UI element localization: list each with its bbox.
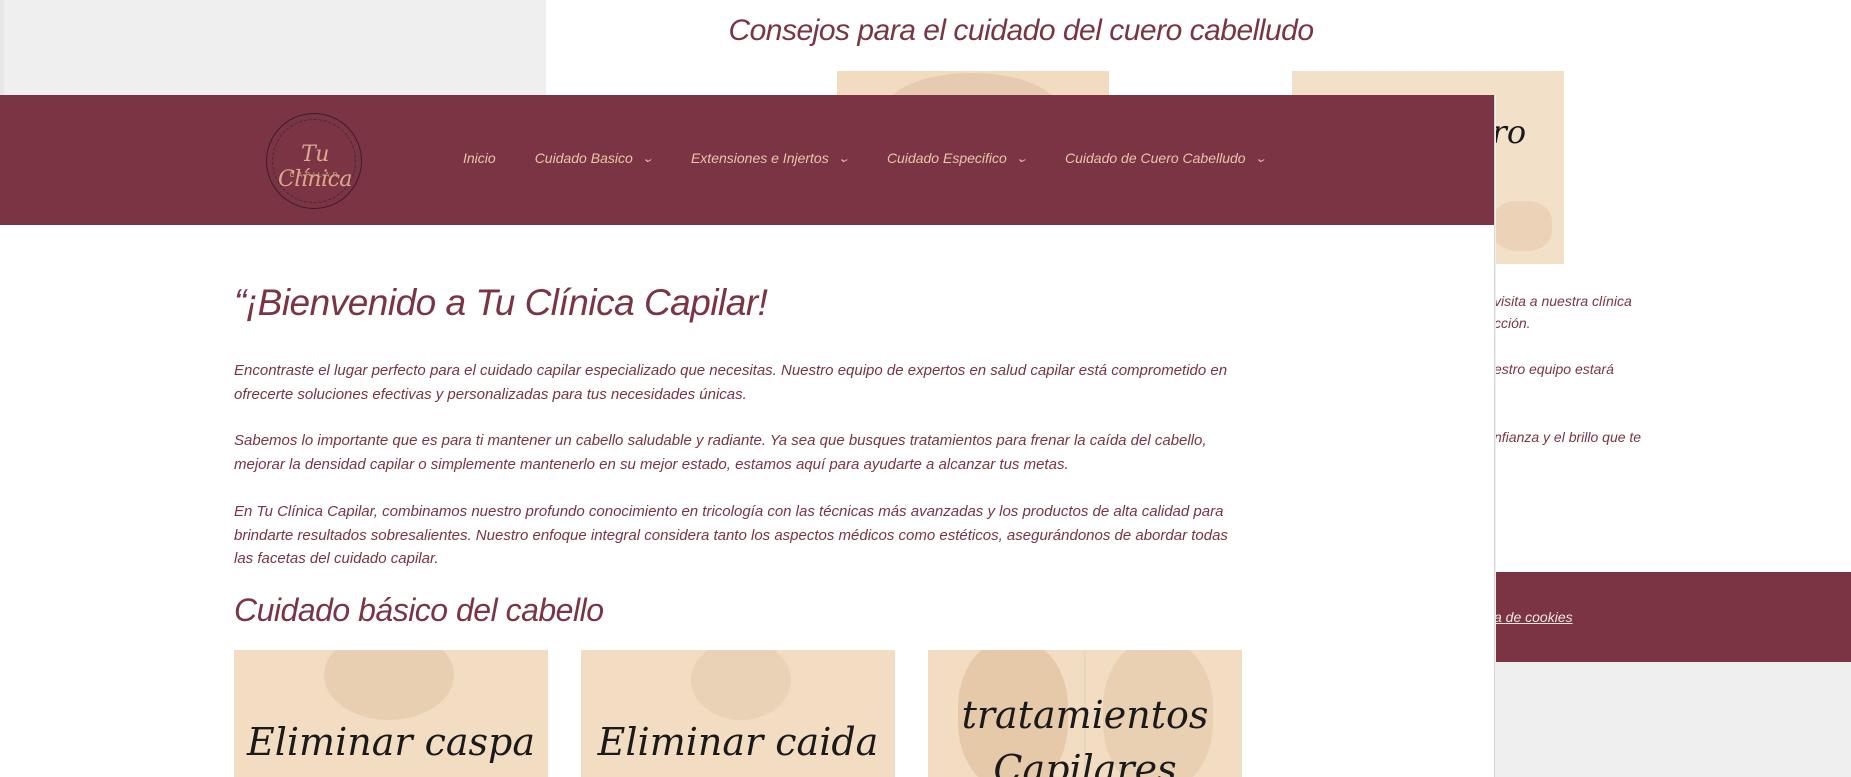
section-title: Cuidado básico del cabello xyxy=(234,592,604,628)
card-eliminar-caida[interactable]: Eliminar caida xyxy=(581,650,895,777)
nav-item-label: Cuidado Especifico xyxy=(886,150,1007,166)
site-logo[interactable]: Tu Clínica CAPILAR xyxy=(266,113,362,209)
nav-item-extensiones-injertos[interactable]: Extensiones e Injertos ⌄ xyxy=(690,150,850,166)
logo-subtitle: CAPILAR xyxy=(289,172,341,179)
card-tratamientos-capilares[interactable]: tratamientos Capilares xyxy=(928,650,1242,777)
front-page-window: Tu Clínica CAPILAR Inicio Cuidado Basico… xyxy=(0,95,1494,777)
background-text-line: nfianza y el brillo que te xyxy=(1494,429,1642,445)
nav-item-label: Cuidado de Cuero Cabelludo xyxy=(1065,150,1246,166)
page-title: “¡Bienvenido a Tu Clínica Capilar! xyxy=(234,282,768,323)
card-eliminar-caspa[interactable]: Eliminar caspa xyxy=(234,650,548,777)
background-gray-area xyxy=(1496,662,1851,777)
card-title: Eliminar caida xyxy=(597,720,879,764)
intro-paragraph: Encontraste el lugar perfecto para el cu… xyxy=(234,362,1228,403)
intro-paragraph: En Tu Clínica Capilar, combinamos nuestr… xyxy=(234,503,1228,567)
hand-image-shape xyxy=(1492,201,1552,251)
nav-item-label: Inicio xyxy=(463,150,496,166)
nav-item-inicio[interactable]: Inicio xyxy=(463,150,496,166)
nav-item-cuidado-basico[interactable]: Cuidado Basico ⌄ xyxy=(534,150,654,166)
hair-image-shape xyxy=(691,650,791,720)
background-text-line: visita a nuestra clínica xyxy=(1494,293,1632,309)
card-title: Eliminar caspa xyxy=(246,720,536,764)
chevron-down-icon: ⌄ xyxy=(836,152,850,165)
background-text-line: estro equipo estará xyxy=(1494,361,1614,377)
main-navigation: Inicio Cuidado Basico ⌄ Extensiones e In… xyxy=(463,150,1304,166)
nav-item-cuidado-especifico[interactable]: Cuidado Especifico ⌄ xyxy=(886,150,1028,166)
chevron-down-icon: ⌄ xyxy=(1253,152,1267,165)
background-cookie-bar: a de cookies xyxy=(1494,572,1851,662)
nav-item-label: Extensiones e Injertos xyxy=(690,150,829,166)
logo-name: Tu Clínica xyxy=(277,142,353,192)
chevron-down-icon: ⌄ xyxy=(1014,152,1028,165)
hair-image-shape xyxy=(324,650,454,720)
site-header: Tu Clínica CAPILAR Inicio Cuidado Basico… xyxy=(0,95,1494,225)
nav-item-label: Cuidado Basico xyxy=(534,150,633,166)
background-text-line: cción. xyxy=(1494,315,1531,331)
background-page-title: Consejos para el cuidado del cuero cabel… xyxy=(728,14,1314,47)
card-title: tratamientos Capilares xyxy=(961,693,1209,777)
cookie-policy-link[interactable]: a de cookies xyxy=(1494,609,1573,625)
intro-paragraph: Sabemos lo importante que es para ti man… xyxy=(234,432,1207,473)
chevron-down-icon: ⌄ xyxy=(640,152,654,165)
nav-item-cuidado-cuero-cabelludo[interactable]: Cuidado de Cuero Cabelludo ⌄ xyxy=(1065,150,1267,166)
